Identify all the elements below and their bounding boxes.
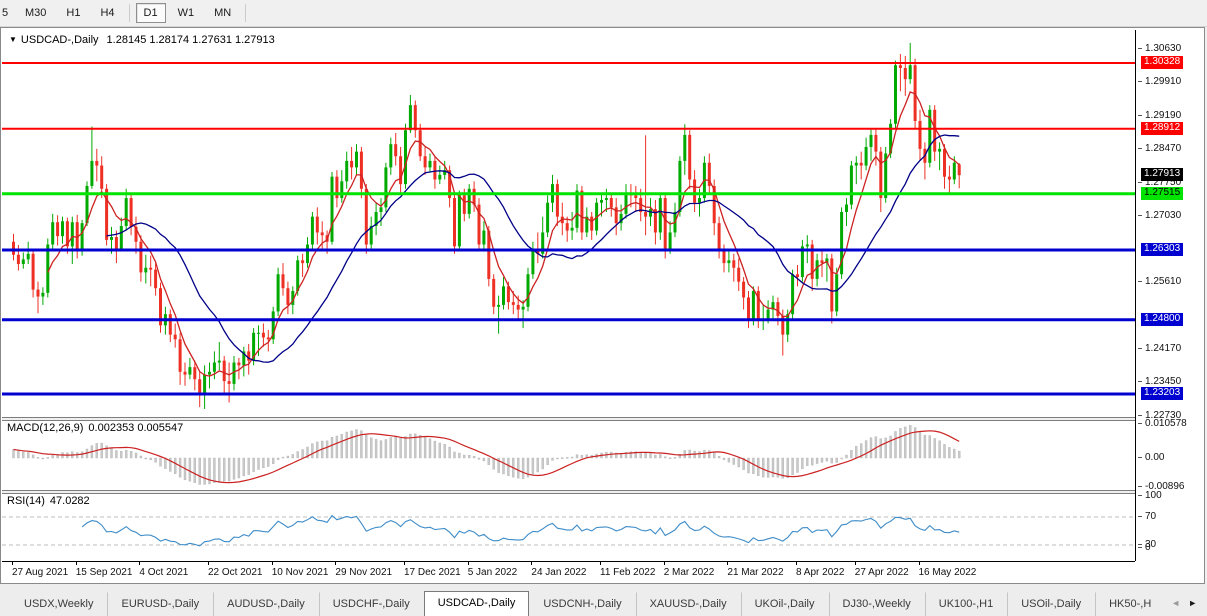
price-line-badge-1.24800: 1.24800 bbox=[1141, 312, 1184, 326]
date-tick-4-oct-2021: 4 Oct 2021 bbox=[139, 562, 189, 578]
timeframe-button-w1[interactable]: W1 bbox=[170, 3, 203, 23]
tab-uk100-h1[interactable]: UK100-,H1 bbox=[924, 592, 1007, 616]
timeframe-toolbar: 5 M30 H1 H4 D1 W1 MN bbox=[0, 0, 1207, 27]
date-tick-22-oct-2021: 22 Oct 2021 bbox=[208, 562, 263, 578]
date-tick-5-jan-2022: 5 Jan 2022 bbox=[467, 562, 518, 578]
date-tick-2-mar-2022: 2 Mar 2022 bbox=[663, 562, 715, 578]
price-tick-1.28470: 1.28470 bbox=[1138, 143, 1181, 154]
price-tick-1.24170: 1.24170 bbox=[1138, 343, 1181, 354]
timeframe-button-h1[interactable]: H1 bbox=[58, 3, 88, 23]
price-axis[interactable]: 1.30630 1.29910 1.29190 1.28470 1.27750 1.270… bbox=[1135, 30, 1204, 561]
chart-tab-bar: USDX,Weekly EURUSD-,Daily AUDUSD-,Daily USD… bbox=[0, 584, 1207, 616]
timeframe-button-m30[interactable]: M30 bbox=[17, 3, 54, 23]
tab-usdx-weekly[interactable]: USDX,Weekly bbox=[10, 592, 107, 616]
date-tick-10-nov-2021: 10 Nov 2021 bbox=[271, 562, 329, 578]
date-tick-11-feb-2022: 11 Feb 2022 bbox=[600, 562, 656, 578]
current-price-badge: 1.27913 bbox=[1141, 168, 1184, 182]
tab-audusd-daily[interactable]: AUDUSD-,Daily bbox=[213, 592, 319, 616]
rsi-label: RSI(14) 47.0282 bbox=[7, 495, 90, 507]
macd-signal-line bbox=[13, 430, 960, 484]
tab-usdchf-daily[interactable]: USDCHF-,Daily bbox=[318, 592, 424, 616]
date-tick-24-jan-2022: 24 Jan 2022 bbox=[531, 562, 587, 578]
tab-eurusd-daily[interactable]: EURUSD-,Daily bbox=[107, 592, 213, 616]
macd-tick-0.00: 0.00 bbox=[1138, 452, 1164, 463]
tab-usdcnh-daily[interactable]: USDCNH-,Daily bbox=[529, 592, 635, 616]
macd-name: MACD(12,26,9) bbox=[7, 422, 84, 434]
rsi-tick-0: 0 bbox=[1138, 542, 1151, 553]
price-line-badge-1.30328: 1.30328 bbox=[1141, 55, 1184, 69]
price-tick-1.30630: 1.30630 bbox=[1138, 43, 1181, 54]
date-tick-29-nov-2021: 29 Nov 2021 bbox=[335, 562, 393, 578]
date-tick-8-apr-2022: 8 Apr 2022 bbox=[796, 562, 845, 578]
chart-title: ▼ USDCAD-,Daily 1.28145 1.28174 1.27631 1.… bbox=[9, 34, 275, 46]
toolbar-separator bbox=[245, 4, 247, 22]
date-axis[interactable]: 27 Aug 2021 15 Sep 2021 4 Oct 2021 22 Oct 2… bbox=[2, 561, 1135, 583]
price-line-badge-1.27515: 1.27515 bbox=[1141, 186, 1184, 200]
rsi-name: RSI(14) bbox=[7, 495, 45, 507]
macd-values: 0.002353 0.005547 bbox=[88, 422, 184, 434]
symbol-dropdown-icon[interactable]: ▼ bbox=[9, 35, 17, 44]
rsi-tick-70: 70 bbox=[1138, 511, 1156, 522]
timeframe-button-mn[interactable]: MN bbox=[206, 3, 239, 23]
price-line-badge-1.23203: 1.23203 bbox=[1141, 386, 1184, 400]
rsi-tick-100: 100 bbox=[1138, 490, 1162, 501]
date-tick-21-mar-2022: 21 Mar 2022 bbox=[727, 562, 784, 578]
date-tick-27-apr-2022: 27 Apr 2022 bbox=[854, 562, 909, 578]
rsi-line bbox=[81, 514, 960, 547]
chart-window: ▼ USDCAD-,Daily 1.28145 1.28174 1.27631 1.… bbox=[0, 27, 1205, 584]
tab-scroll-right-icon[interactable]: ► bbox=[1184, 598, 1201, 608]
toolbar-separator bbox=[128, 4, 130, 22]
fast-ma-line bbox=[47, 91, 960, 377]
chart-symbol-period: USDCAD-,Daily bbox=[20, 34, 99, 46]
tab-usoil-daily[interactable]: USOil-,Daily bbox=[1007, 592, 1095, 616]
timeframe-button-d1[interactable]: D1 bbox=[135, 3, 166, 23]
macd-tick-0.010578: 0.010578 bbox=[1138, 418, 1187, 429]
chart-ohlc-values: 1.28145 1.28174 1.27631 1.27913 bbox=[106, 34, 275, 46]
timeframe-button-5[interactable]: 5 bbox=[0, 3, 13, 23]
price-tick-1.23450: 1.23450 bbox=[1138, 376, 1181, 387]
tab-scroll-arrows: ◄ ► bbox=[1167, 590, 1201, 616]
date-tick-27-aug-2021: 27 Aug 2021 bbox=[12, 562, 69, 578]
price-line-badge-1.28912: 1.28912 bbox=[1141, 121, 1184, 135]
price-tick-1.25610: 1.25610 bbox=[1138, 276, 1181, 287]
tab-xauusd-daily[interactable]: XAUUSD-,Daily bbox=[635, 592, 741, 616]
date-tick-17-dec-2021: 17 Dec 2021 bbox=[404, 562, 461, 578]
tab-hk50-h[interactable]: HK50-,H bbox=[1095, 592, 1165, 616]
price-line-badge-1.26303: 1.26303 bbox=[1141, 242, 1184, 256]
date-tick-15-sep-2021: 15 Sep 2021 bbox=[75, 562, 133, 578]
price-tick-1.29910: 1.29910 bbox=[1138, 76, 1181, 87]
macd-label: MACD(12,26,9) 0.002353 0.005547 bbox=[7, 422, 183, 434]
tab-ukoil-daily[interactable]: UKOil-,Daily bbox=[740, 592, 829, 616]
price-tick-1.29190: 1.29190 bbox=[1138, 110, 1181, 121]
tab-dj30-weekly[interactable]: DJ30-,Weekly bbox=[828, 592, 925, 616]
tab-scroll-left-icon[interactable]: ◄ bbox=[1167, 598, 1184, 608]
rsi-value: 47.0282 bbox=[49, 495, 90, 507]
timeframe-button-h4[interactable]: H4 bbox=[92, 3, 122, 23]
tab-usdcad-daily[interactable]: USDCAD-,Daily bbox=[423, 591, 530, 616]
price-tick-1.27030: 1.27030 bbox=[1138, 210, 1181, 221]
date-tick-16-may-2022: 16 May 2022 bbox=[918, 562, 977, 578]
price-chart-canvas[interactable] bbox=[2, 30, 1136, 561]
